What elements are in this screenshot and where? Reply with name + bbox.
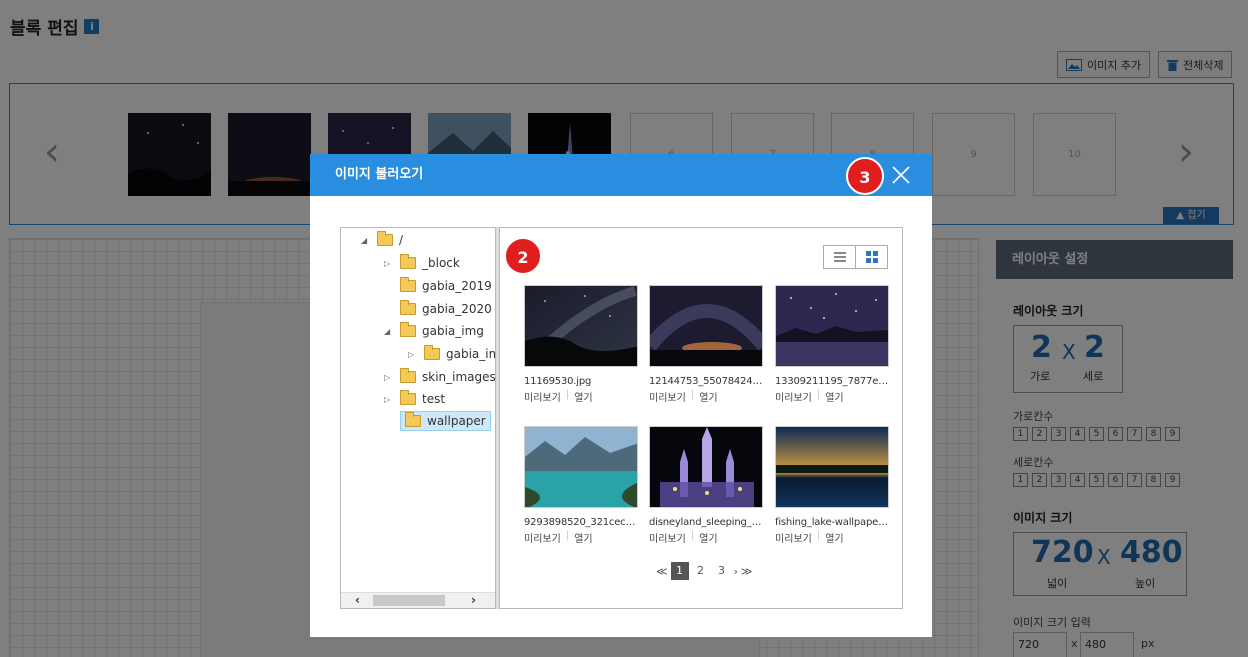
folder-icon (400, 322, 416, 337)
expand-icon[interactable]: ◢ (384, 327, 394, 336)
file-name: 9293898520_321cec7ea... (524, 517, 638, 528)
preview-link[interactable]: 미리보기 (649, 389, 691, 404)
tree-item-gabia-2020[interactable]: gabia_2020 (384, 300, 492, 316)
step-marker: 3 (846, 157, 884, 195)
expand-icon[interactable]: ▷ (384, 395, 394, 404)
file-thumbnail[interactable] (775, 285, 889, 367)
expand-icon[interactable]: ◢ (361, 236, 371, 245)
file-thumbnail[interactable] (524, 426, 638, 508)
preview-link[interactable]: 미리보기 (524, 389, 566, 404)
folder-icon (424, 345, 440, 360)
file-name: 12144753_550784241732... (649, 376, 763, 387)
scroll-thumb[interactable] (373, 595, 445, 606)
preview-link[interactable]: 미리보기 (775, 530, 817, 545)
image-import-dialog: 이미지 불러오기 3 ◢ / ▷ _block gabia_2019 gabia_2… (310, 154, 932, 637)
scroll-left-icon[interactable]: ‹ (355, 593, 360, 608)
open-link[interactable]: 열기 (825, 530, 848, 545)
scroll-right-icon[interactable]: › (471, 593, 476, 608)
tree-item-root[interactable]: ◢ / (361, 231, 403, 247)
tree-item-gabia-img-sub[interactable]: ▷gabia_img (408, 345, 495, 361)
folder-icon (400, 277, 416, 292)
expand-icon[interactable]: ▷ (384, 373, 394, 382)
open-link[interactable]: 열기 (825, 389, 848, 404)
step-marker: 2 (504, 237, 542, 275)
file-card[interactable]: 12144753_550784241732... 미리보기|열기 (649, 285, 763, 404)
expand-icon[interactable]: ▷ (384, 259, 394, 268)
folder-icon (400, 368, 416, 383)
list-view-button[interactable] (824, 246, 855, 268)
pagination: ≪ 1 2 3 › ≫ (656, 562, 752, 580)
tree-item-test[interactable]: ▷ test (384, 390, 445, 406)
list-icon (833, 252, 846, 262)
page-button[interactable]: 3 (713, 562, 731, 580)
file-thumbnail[interactable] (649, 285, 763, 367)
folder-icon (377, 231, 393, 246)
file-name: fishing_lake-wallpaper-1... (775, 517, 889, 528)
page-button[interactable]: 1 (670, 562, 689, 580)
last-page-button[interactable]: ≫ (741, 565, 753, 578)
tree-item-skin-images[interactable]: ▷ skin_images (384, 368, 495, 384)
view-toggle (823, 245, 888, 269)
grid-view-button[interactable] (855, 246, 887, 268)
preview-link[interactable]: 미리보기 (775, 389, 817, 404)
dialog-title: 이미지 불러오기 (335, 167, 424, 182)
tree-horizontal-scrollbar[interactable]: ‹ › (341, 592, 495, 608)
file-card[interactable]: 9293898520_321cec7ea... 미리보기|열기 (524, 426, 638, 545)
file-name: 13309211195_7877e6f1... (775, 376, 889, 387)
next-page-button[interactable]: › (734, 565, 738, 578)
open-link[interactable]: 열기 (699, 389, 722, 404)
tree-item-wallpaper[interactable]: wallpaper (400, 411, 491, 431)
first-page-button[interactable]: ≪ (656, 565, 668, 578)
expand-icon[interactable]: ▷ (408, 350, 418, 359)
open-link[interactable]: 열기 (574, 530, 597, 545)
image-gallery: 2 11169530.jpg 미리보기 | 열기 12144753_55078424… (499, 227, 903, 609)
folder-icon (400, 390, 416, 405)
file-card[interactable]: 13309211195_7877e6f1... 미리보기|열기 (775, 285, 889, 404)
folder-tree: ◢ / ▷ _block gabia_2019 gabia_2020 ◢ gabia_… (340, 227, 496, 609)
preview-link[interactable]: 미리보기 (524, 530, 566, 545)
preview-link[interactable]: 미리보기 (649, 530, 691, 545)
folder-icon (400, 254, 416, 269)
tree-item-gabia-img[interactable]: ◢ gabia_img (384, 322, 484, 338)
file-card[interactable]: fishing_lake-wallpaper-1... 미리보기 | 열기 (775, 426, 889, 545)
file-thumbnail[interactable] (775, 426, 889, 508)
open-link[interactable]: 열기 (699, 530, 722, 545)
folder-icon (400, 300, 416, 315)
file-name: disneyland_sleeping_bea... (649, 517, 763, 528)
dialog-header: 이미지 불러오기 (310, 154, 932, 196)
tree-item-block[interactable]: ▷ _block (384, 254, 460, 270)
folder-icon (405, 412, 421, 427)
open-link[interactable]: 열기 (574, 389, 597, 404)
file-thumbnail[interactable] (524, 285, 638, 367)
file-card[interactable]: 11169530.jpg 미리보기 | 열기 (524, 285, 638, 404)
file-name: 11169530.jpg (524, 376, 592, 387)
file-thumbnail[interactable] (649, 426, 763, 508)
file-card[interactable]: disneyland_sleeping_bea... 미리보기|열기 (649, 426, 763, 545)
page-button[interactable]: 2 (692, 562, 710, 580)
tree-item-gabia-2019[interactable]: gabia_2019 (384, 277, 492, 293)
close-icon[interactable] (892, 166, 910, 184)
grid-icon (865, 251, 878, 263)
